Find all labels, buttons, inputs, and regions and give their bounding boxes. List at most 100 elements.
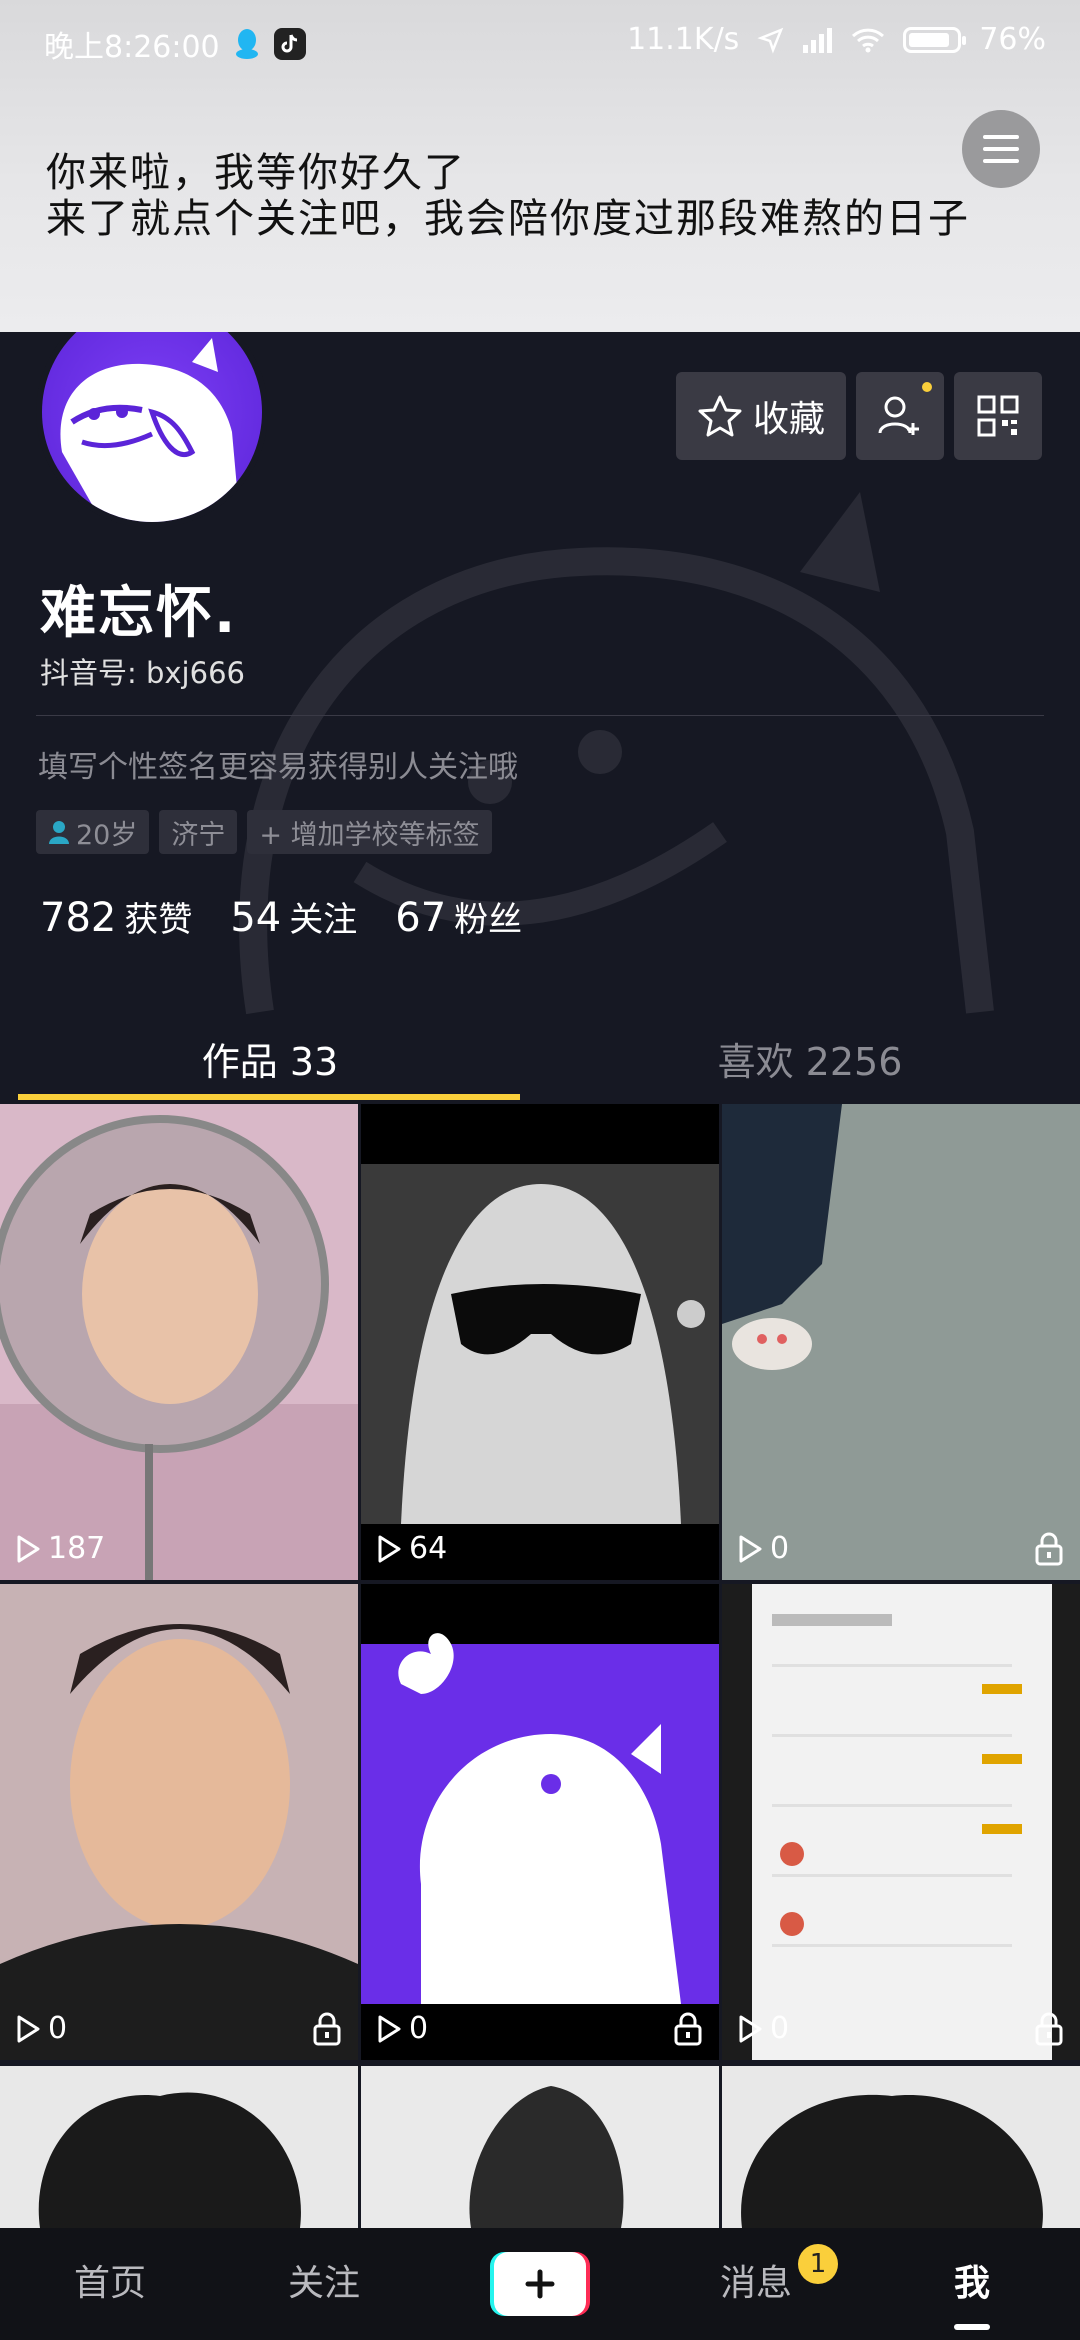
plus-icon [525,2269,555,2299]
battery-percent: 76% [979,22,1046,57]
plus-button-face [494,2252,586,2316]
play-count-value: 0 [48,2011,68,2046]
dinosaur-avatar-icon [60,338,240,522]
following-count: 54 [230,895,282,941]
payment-list-thumbnail [722,1584,1080,2060]
lock-icon [1035,2012,1063,2046]
towel-ghost-thumbnail [361,1104,719,1580]
add-school-tag[interactable]: + 增加学校等标签 [247,810,492,854]
hamburger-line [983,159,1019,163]
video-thumbnail[interactable]: 0 [0,1584,358,2060]
video-thumbnail[interactable] [722,2066,1080,2228]
banner-text: 你来啦，我等你好久了 来了就点个关注吧，我会陪你度过那段难熬的日子 [46,150,970,242]
play-count: 0 [736,2011,789,2046]
play-icon [378,1535,401,1562]
nav-follow[interactable]: 关注 [224,2228,424,2340]
qr-code-button[interactable] [954,372,1042,460]
create-video-button[interactable] [490,2252,590,2316]
play-icon [378,2015,401,2042]
douyin-id[interactable]: 抖音号: bxj666 [40,650,245,692]
play-count: 0 [736,1531,789,1566]
hamburger-line [983,147,1019,151]
video-thumbnail[interactable]: 64 [361,1104,719,1580]
content-tabs: 作品 33 喜欢 2256 [0,1022,1080,1102]
add-school-label: + 增加学校等标签 [259,819,480,851]
add-user-icon [878,396,919,435]
profile-header: 收藏 难忘怀. 抖音号: bxj666 填写个性签名更容易获得别人关注哦 20岁… [0,332,1080,1102]
likes-label: 获赞 [124,900,193,940]
play-count-value: 0 [770,1531,790,1566]
tree-thumbnail [0,2066,358,2228]
video-thumbnail[interactable]: 0 [722,1104,1080,1580]
play-icon [739,2015,762,2042]
status-bar: 晚上8:26:00 11.1K/s 76% [0,0,1080,86]
favorites-label: 收藏 [752,399,825,440]
floor-feet-thumbnail [722,1104,1080,1580]
play-count: 0 [375,2011,428,2046]
play-count: 64 [375,1531,447,1566]
lock-icon [1035,1532,1063,1566]
video-thumbnail[interactable] [361,2066,719,2228]
video-thumbnail[interactable] [0,2066,358,2228]
menu-button[interactable] [962,110,1040,188]
network-speed: 11.1K/s [627,22,740,57]
divider [36,715,1044,716]
dinosaur-logo-thumbnail [361,1584,719,2060]
likes-stat[interactable]: 782 获赞 [40,892,192,941]
battery-icon [903,26,967,53]
wifi-icon [851,27,885,53]
video-thumbnail[interactable]: 0 [361,1584,719,2060]
lock-icon [313,2012,341,2046]
qr-code-icon [977,395,1019,437]
city-tag[interactable]: 济宁 [159,810,238,854]
following-stat[interactable]: 54 关注 [230,892,357,941]
nav-active-indicator [954,2324,990,2330]
tree-thumbnail [361,2066,719,2228]
clock: 晚上8:26:00 [44,30,220,65]
followers-count: 67 [395,895,447,941]
play-icon [17,1535,40,1562]
banner-line-2: 来了就点个关注吧，我会陪你度过那段难熬的日子 [46,196,970,242]
play-count-value: 187 [48,1531,106,1566]
play-count-value: 0 [409,2011,429,2046]
age-label: 20岁 [76,819,138,851]
tiktok-notification-icon [273,28,306,60]
nav-home[interactable]: 首页 [10,2228,210,2340]
location-icon [757,26,785,54]
bottom-nav: 首页 关注 消息 1 我 [0,2228,1080,2340]
banner-line-1: 你来啦，我等你好久了 [46,150,466,196]
selfie-mirror-thumbnail [0,1104,358,1580]
add-friend-button[interactable] [856,372,944,460]
profile-banner[interactable]: 晚上8:26:00 11.1K/s 76% 你来啦，我等你好久了 来了就点个关注… [0,0,1080,332]
city-label: 济宁 [171,819,226,851]
play-count-value: 64 [409,1531,448,1566]
play-icon [739,1535,762,1562]
likes-count: 782 [40,895,117,941]
signature-prompt[interactable]: 填写个性签名更容易获得别人关注哦 [38,742,518,786]
profile-tags: 20岁 济宁 + 增加学校等标签 [36,810,492,854]
tab-works[interactable]: 作品 33 [0,1022,540,1102]
hamburger-icon [983,135,1019,139]
profile-stats: 782 获赞 54 关注 67 粉丝 [40,892,522,941]
notification-dot [922,382,932,392]
signal-icon [803,27,833,53]
age-tag[interactable]: 20岁 [36,810,150,854]
nickname: 难忘怀. [40,581,238,646]
following-label: 关注 [289,900,358,940]
tab-indicator [18,1094,520,1100]
play-icon [17,2015,40,2042]
followers-stat[interactable]: 67 粉丝 [395,892,522,941]
messages-badge: 1 [798,2244,838,2284]
video-thumbnail[interactable]: 187 [0,1104,358,1580]
followers-label: 粉丝 [454,900,523,940]
video-thumbnail[interactable]: 0 [722,1584,1080,2060]
avatar[interactable] [42,332,262,522]
video-grid: 187 64 0 0 0 0 [0,1104,1080,2228]
tab-likes[interactable]: 喜欢 2256 [540,1022,1080,1102]
tree-thumbnail [722,2066,1080,2228]
favorites-button[interactable]: 收藏 [676,372,846,460]
lock-icon [674,2012,702,2046]
play-count: 187 [14,1531,105,1566]
play-count: 0 [14,2011,67,2046]
star-icon [698,395,742,437]
